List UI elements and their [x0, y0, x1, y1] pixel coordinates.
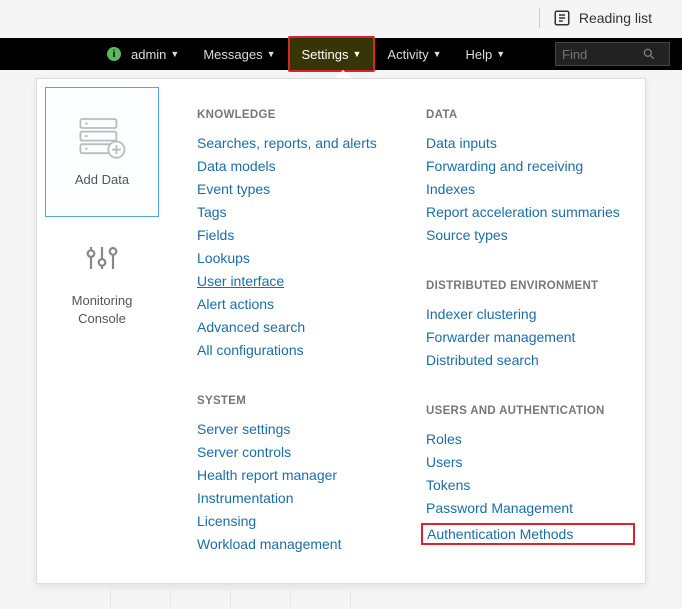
section-users-auth: USERS AND AUTHENTICATION [426, 405, 635, 417]
link-user-interface[interactable]: User interface [197, 273, 406, 289]
menu-columns: KNOWLEDGE Searches, reports, and alerts … [167, 79, 645, 583]
chevron-down-icon: ▼ [496, 49, 505, 59]
nav-help[interactable]: Help ▼ [454, 38, 518, 70]
col-right: DATA Data inputs Forwarding and receivin… [426, 103, 635, 559]
link-lookups[interactable]: Lookups [197, 250, 406, 266]
monitoring-console-label: MonitoringConsole [72, 292, 133, 328]
link-server-controls[interactable]: Server controls [197, 444, 406, 460]
nav-admin[interactable]: i admin ▼ [95, 38, 191, 70]
link-instrumentation[interactable]: Instrumentation [197, 490, 406, 506]
link-auth-methods[interactable]: Authentication Methods [427, 526, 573, 542]
link-all-config[interactable]: All configurations [197, 342, 406, 358]
monitoring-console-card[interactable]: MonitoringConsole [45, 217, 159, 347]
link-tokens[interactable]: Tokens [426, 477, 635, 493]
auth-methods-highlight: Authentication Methods [421, 523, 635, 545]
link-users[interactable]: Users [426, 454, 635, 470]
chevron-down-icon: ▼ [353, 49, 362, 59]
nav-settings-label: Settings [302, 47, 349, 62]
link-source-types[interactable]: Source types [426, 227, 635, 243]
chevron-down-icon: ▼ [170, 49, 179, 59]
search-box[interactable] [555, 42, 670, 66]
settings-dropdown: Add Data MonitoringConsole KNOWLEDGE Sea… [36, 78, 646, 584]
link-data-models[interactable]: Data models [197, 158, 406, 174]
link-tags[interactable]: Tags [197, 204, 406, 220]
bg-grid [110, 588, 350, 608]
reading-list-icon[interactable] [553, 9, 571, 27]
nav-help-label: Help [466, 47, 493, 62]
link-server-settings[interactable]: Server settings [197, 421, 406, 437]
nav-activity-label: Activity [387, 47, 428, 62]
col-left: KNOWLEDGE Searches, reports, and alerts … [197, 103, 406, 559]
link-licensing[interactable]: Licensing [197, 513, 406, 529]
section-system: SYSTEM [197, 395, 406, 407]
section-dist-env: DISTRIBUTED ENVIRONMENT [426, 280, 635, 292]
chevron-down-icon: ▼ [267, 49, 276, 59]
nav-activity[interactable]: Activity ▼ [375, 38, 453, 70]
info-icon: i [107, 47, 121, 61]
section-knowledge: KNOWLEDGE [197, 109, 406, 121]
dropdown-pointer [335, 70, 351, 78]
link-pwd-mgmt[interactable]: Password Management [426, 500, 635, 516]
search-icon [642, 47, 656, 61]
nav-admin-label: admin [131, 47, 166, 62]
link-indexes[interactable]: Indexes [426, 181, 635, 197]
add-data-card[interactable]: Add Data [45, 87, 159, 217]
nav-messages-label: Messages [203, 47, 262, 62]
link-dist-search[interactable]: Distributed search [426, 352, 635, 368]
chevron-down-icon: ▼ [433, 49, 442, 59]
link-workload[interactable]: Workload management [197, 536, 406, 552]
link-event-types[interactable]: Event types [197, 181, 406, 197]
link-fields[interactable]: Fields [197, 227, 406, 243]
monitoring-console-icon [75, 236, 129, 280]
link-report-accel[interactable]: Report acceleration summaries [426, 204, 635, 220]
link-data-inputs[interactable]: Data inputs [426, 135, 635, 151]
nav-settings[interactable]: Settings ▼ [288, 36, 376, 72]
reading-list-area: Reading list [539, 8, 652, 28]
add-data-icon [75, 115, 129, 159]
nav-messages[interactable]: Messages ▼ [191, 38, 287, 70]
link-alert-actions[interactable]: Alert actions [197, 296, 406, 312]
link-searches[interactable]: Searches, reports, and alerts [197, 135, 406, 151]
link-health-report[interactable]: Health report manager [197, 467, 406, 483]
reading-list-label[interactable]: Reading list [579, 10, 652, 26]
section-data: DATA [426, 109, 635, 121]
side-cards: Add Data MonitoringConsole [37, 79, 167, 583]
add-data-label: Add Data [75, 171, 129, 189]
link-roles[interactable]: Roles [426, 431, 635, 447]
divider [539, 8, 540, 28]
main-navbar: i admin ▼ Messages ▼ Settings ▼ Activity… [0, 38, 682, 70]
link-advanced-search[interactable]: Advanced search [197, 319, 406, 335]
link-indexer-clustering[interactable]: Indexer clustering [426, 306, 635, 322]
link-fwd-recv[interactable]: Forwarding and receiving [426, 158, 635, 174]
search-input[interactable] [562, 47, 642, 62]
link-fwd-mgmt[interactable]: Forwarder management [426, 329, 635, 345]
